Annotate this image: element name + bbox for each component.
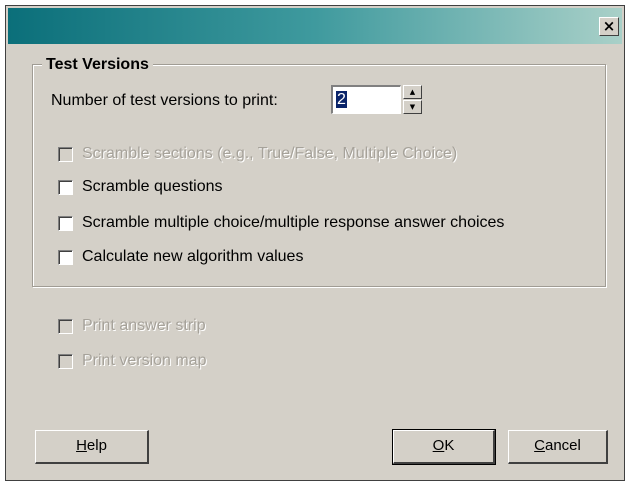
print-answer-strip-checkbox[interactable]	[58, 318, 73, 334]
scramble-questions-label: Scramble questions	[82, 178, 223, 195]
scramble-answer-choices-option[interactable]: Scramble multiple choice/multiple respon…	[58, 213, 504, 233]
title-bar[interactable]: ×	[8, 8, 622, 44]
arrow-down-icon: ▼	[409, 103, 416, 111]
spin-down-button[interactable]: ▼	[403, 100, 422, 114]
print-version-map-checkbox[interactable]	[58, 353, 73, 369]
ok-button[interactable]: OK	[392, 429, 496, 465]
print-version-map-option[interactable]: Print version map	[58, 351, 207, 371]
print-answer-strip-label: Print answer strip	[82, 317, 206, 334]
spin-up-button[interactable]: ▲	[403, 85, 422, 99]
cancel-label-rest: ancel	[544, 437, 581, 454]
help-button[interactable]: Help	[35, 430, 149, 464]
close-icon: ×	[602, 17, 616, 35]
scramble-answer-choices-label: Scramble multiple choice/multiple respon…	[82, 214, 505, 231]
versions-count-input[interactable]: 2	[331, 85, 401, 114]
cancel-mnemonic: C	[534, 437, 545, 454]
help-label-rest: elp	[86, 437, 107, 454]
ok-label-rest: K	[444, 437, 455, 454]
arrow-up-icon: ▲	[409, 88, 416, 96]
scramble-questions-option[interactable]: Scramble questions	[58, 177, 223, 197]
scramble-questions-checkbox[interactable]	[58, 179, 73, 195]
print-answer-strip-option[interactable]: Print answer strip	[58, 316, 206, 336]
scramble-answer-choices-checkbox[interactable]	[58, 215, 73, 231]
scramble-sections-option[interactable]: Scramble sections (e.g., True/False, Mul…	[58, 144, 457, 164]
calculate-algorithm-checkbox[interactable]	[58, 249, 73, 265]
versions-count-value: 2	[336, 91, 347, 108]
versions-count-spinner: ▲ ▼	[403, 85, 422, 114]
help-mnemonic: H	[76, 437, 87, 454]
ok-mnemonic: O	[432, 437, 445, 454]
calculate-algorithm-option[interactable]: Calculate new algorithm values	[58, 247, 303, 267]
calculate-algorithm-label: Calculate new algorithm values	[82, 248, 304, 265]
scramble-sections-label: Scramble sections (e.g., True/False, Mul…	[82, 145, 458, 162]
print-version-map-label: Print version map	[82, 352, 207, 369]
versions-count-label: Number of test versions to print:	[51, 92, 278, 109]
cancel-button[interactable]: Cancel	[508, 430, 608, 464]
scramble-sections-checkbox[interactable]	[58, 146, 73, 162]
group-title: Test Versions	[42, 56, 153, 74]
close-button[interactable]: ×	[599, 17, 619, 36]
